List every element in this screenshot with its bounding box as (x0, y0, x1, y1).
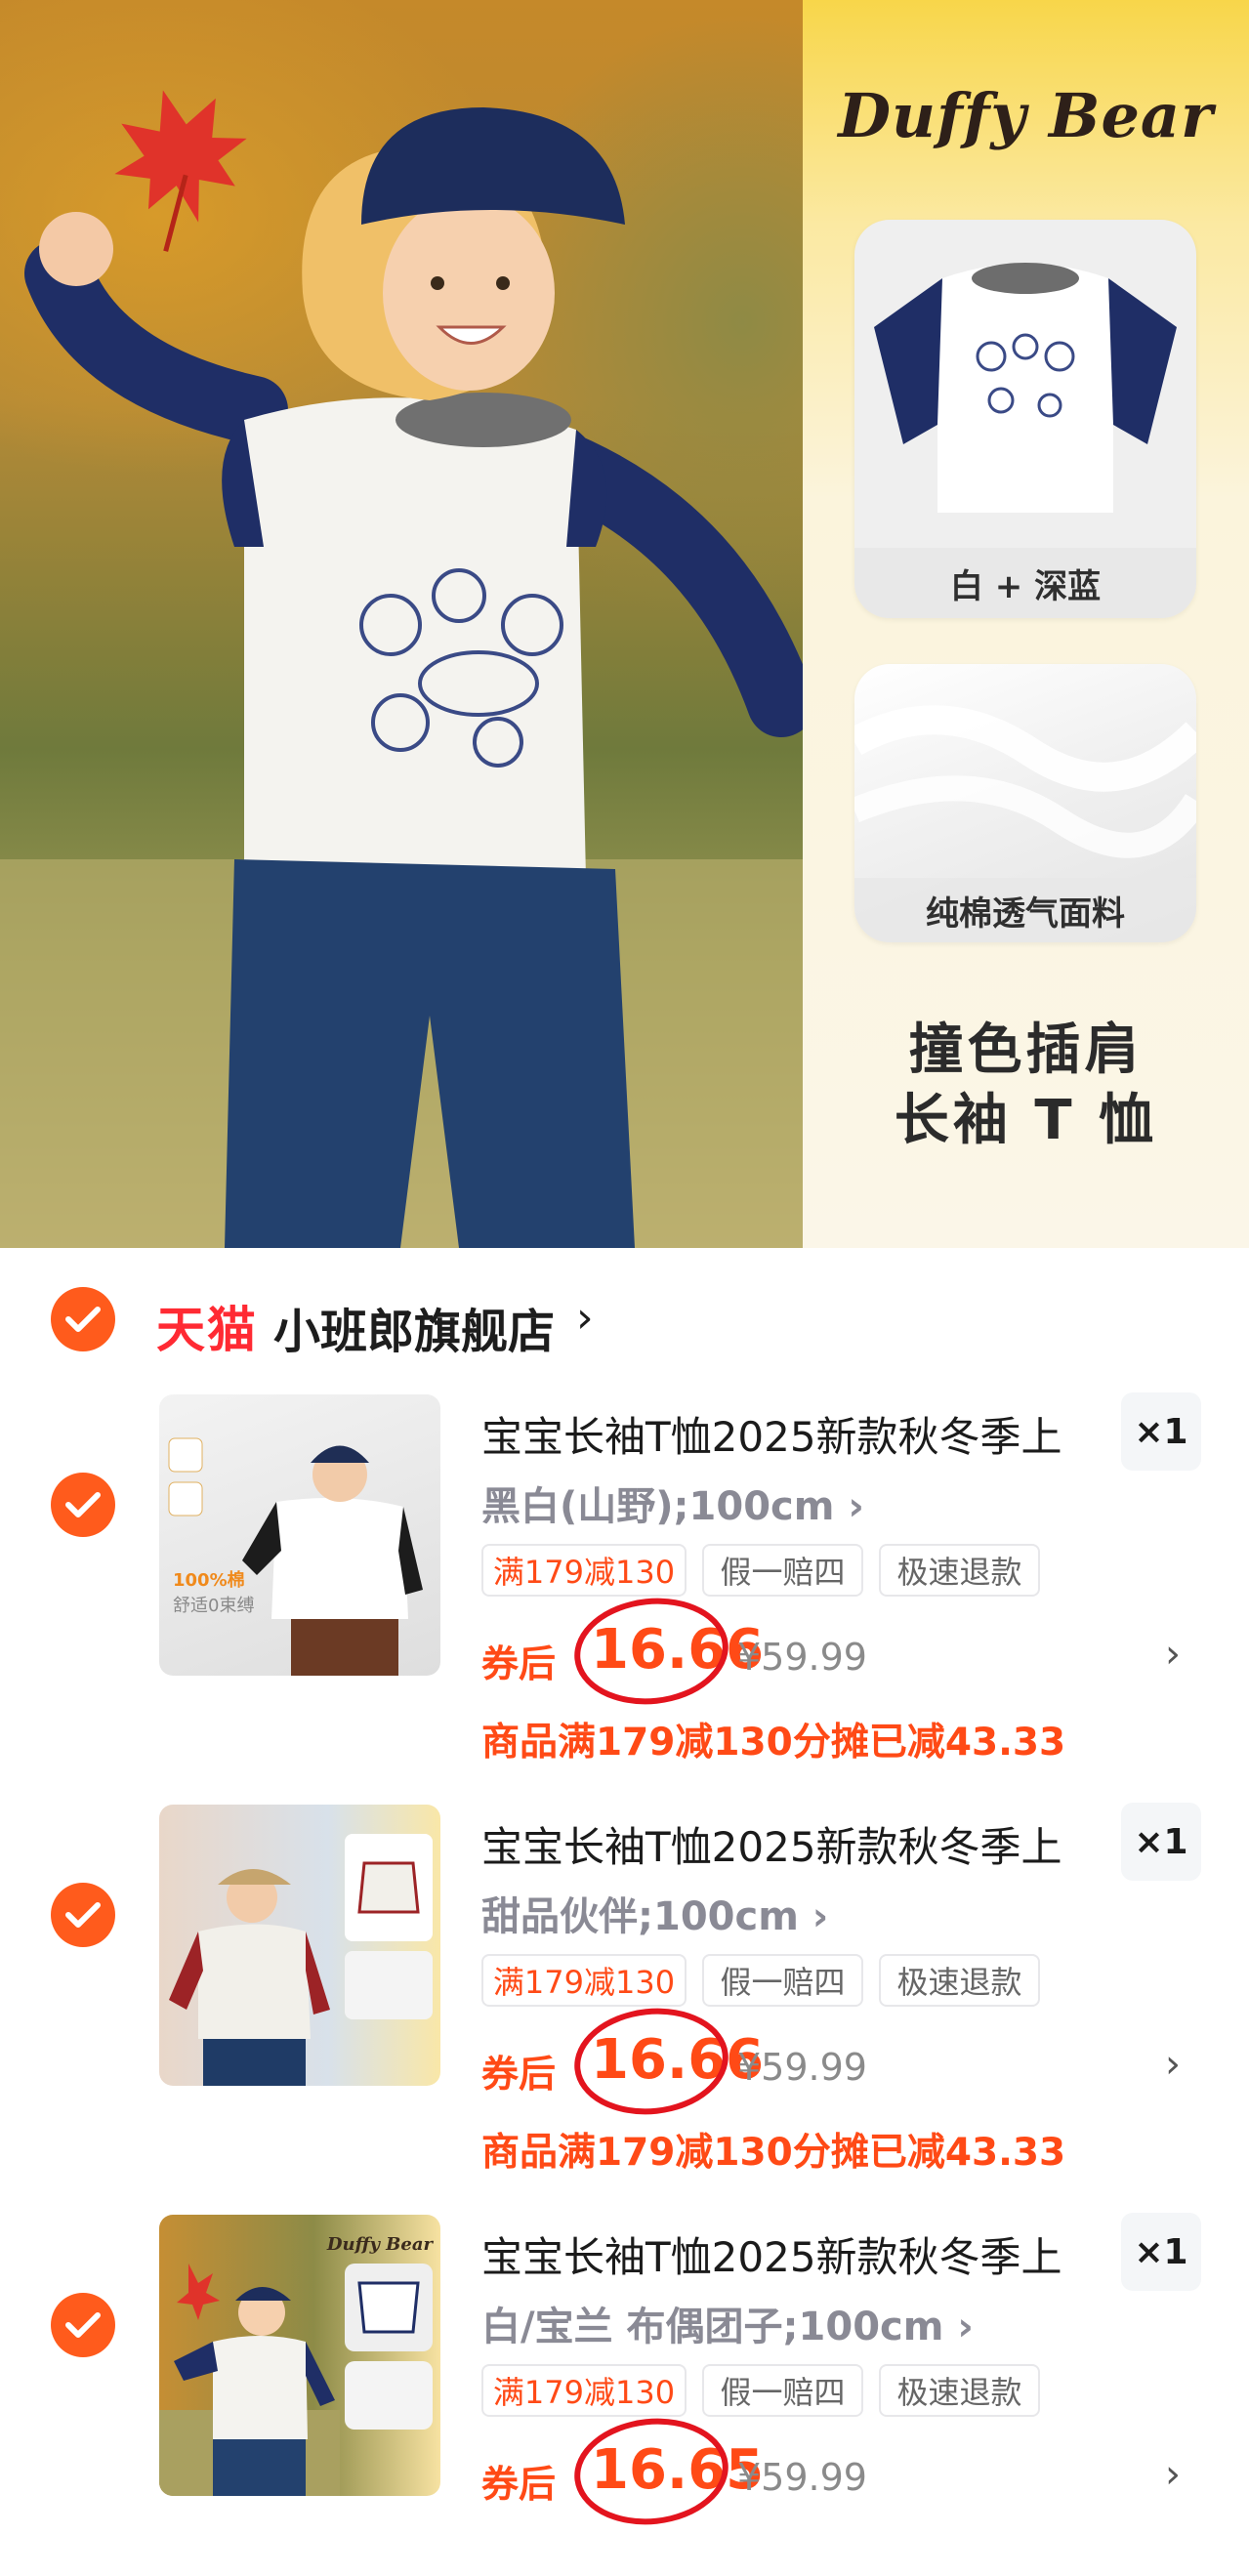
thumbnail-brand: Duffy Bear (326, 2234, 433, 2255)
feature-title-line2: 长袖 T 恤 (894, 1089, 1158, 1152)
color-swatch-card[interactable]: 白 + 深蓝 (854, 220, 1196, 618)
child-illustration (0, 90, 803, 1248)
promo-tag: 满179减130 (481, 2364, 687, 2417)
sku-selector[interactable]: 白/宝兰 布偶团子;100cm › (481, 2295, 974, 2351)
discount-note: 商品满179减130分摊已减43.33 (481, 1721, 1066, 1765)
price-row: 券后 16.66 ¥59.99 › (481, 1591, 1204, 1712)
chevron-right-icon[interactable]: › (576, 1293, 594, 1343)
maple-leaf-icon (114, 90, 247, 252)
original-price: ¥59.99 (737, 2046, 867, 2089)
price-row: 券后 16.65 ¥59.99 › (481, 2411, 1204, 2532)
item-select-checkbox[interactable] (51, 2293, 115, 2357)
cart-item[interactable]: 100%棉 舒适0束缚 宝宝长袖T恤2025新款秋冬季上 黑白(山野);100c… (0, 1365, 1249, 1765)
product-thumbnail[interactable] (159, 1805, 440, 2086)
brand-logo: Duffy Bear (838, 80, 1214, 151)
kid-product-photo (159, 2264, 433, 2496)
guarantee-tag: 假一赔四 (702, 2364, 863, 2417)
coupon-label: 券后 (481, 2053, 557, 2096)
product-thumbnail[interactable]: 100%棉 舒适0束缚 (159, 1394, 440, 1676)
original-price: ¥59.99 (737, 1636, 867, 1679)
red-circle-annotation (568, 2411, 734, 2532)
feature-title: 撞色插肩 长袖 T 恤 (803, 1016, 1249, 1156)
product-title[interactable]: 宝宝长袖T恤2025新款秋冬季上 (481, 1814, 1062, 1874)
tshirt-navy-white-icon (874, 263, 1177, 513)
chevron-right-icon[interactable]: › (1165, 2452, 1181, 2497)
coupon-label: 券后 (481, 2463, 557, 2506)
checkmark-icon (65, 1492, 101, 1517)
sku-selector[interactable]: 黑白(山野);100cm › (481, 1475, 864, 1531)
coupon-label: 券后 (481, 1642, 557, 1685)
store-select-checkbox[interactable] (51, 1287, 115, 1351)
red-circle-annotation (568, 2001, 734, 2122)
quantity-badge[interactable]: ×1 (1121, 1392, 1201, 1471)
thumbnail-caption: 100%棉 舒适0束缚 (173, 1570, 255, 1616)
quantity-badge[interactable]: ×1 (1121, 1803, 1201, 1881)
item-select-checkbox[interactable] (51, 1883, 115, 1947)
sku-selector[interactable]: 甜品伙伴;100cm › (481, 1885, 828, 1941)
discount-note: 商品满179减130分摊已减43.33 (481, 2131, 1066, 2175)
kid-product-photo (169, 1834, 433, 2086)
cart-item[interactable]: Duffy Bear 宝宝长袖T恤2025新款秋冬季上 白/宝兰 布偶团子;10… (0, 2185, 1249, 2576)
promo-tag: 满179减130 (481, 1954, 687, 2007)
store-name-link[interactable]: 小班郎旗舰店 (273, 1293, 555, 1361)
refund-tag: 极速退款 (879, 2364, 1040, 2417)
product-title[interactable]: 宝宝长袖T恤2025新款秋冬季上 (481, 1404, 1062, 1464)
checkmark-icon (65, 1307, 101, 1332)
hero-photo (0, 0, 803, 1248)
price-row: 券后 16.66 ¥59.99 › (481, 2001, 1204, 2122)
guarantee-tag: 假一赔四 (702, 1544, 863, 1597)
fabric-card[interactable]: 纯棉透气面料 (854, 664, 1196, 942)
tmall-logo: 天猫 (156, 1302, 258, 1358)
feature-title-line1: 撞色插肩 (908, 1018, 1144, 1082)
refund-tag: 极速退款 (879, 1954, 1040, 2007)
guarantee-tag: 假一赔四 (702, 1954, 863, 2007)
checkmark-icon (65, 2312, 101, 2338)
product-hero-banner[interactable]: Duffy Bear 白 + 深蓝 纯棉透气面料 撞色插肩 长袖 T 恤 (0, 0, 1249, 1248)
chevron-right-icon[interactable]: › (1165, 2042, 1181, 2087)
red-circle-annotation (568, 1591, 734, 1712)
promo-tag: 满179减130 (481, 1544, 687, 1597)
swatch-label: 白 + 深蓝 (854, 548, 1196, 618)
original-price: ¥59.99 (737, 2456, 867, 2499)
item-select-checkbox[interactable] (51, 1473, 115, 1537)
quantity-badge[interactable]: ×1 (1121, 2213, 1201, 2291)
cotton-fabric-icon (854, 705, 1196, 858)
store-header: 天猫 小班郎旗舰店 › (0, 1248, 1249, 1365)
checkmark-icon (65, 1902, 101, 1928)
product-title[interactable]: 宝宝长袖T恤2025新款秋冬季上 (481, 2224, 1062, 2284)
kid-product-photo (168, 1437, 423, 1676)
fabric-label: 纯棉透气面料 (854, 878, 1196, 942)
product-thumbnail[interactable]: Duffy Bear (159, 2215, 440, 2496)
refund-tag: 极速退款 (879, 1544, 1040, 1597)
chevron-right-icon[interactable]: › (1165, 1632, 1181, 1677)
cart-item[interactable]: 宝宝长袖T恤2025新款秋冬季上 甜品伙伴;100cm › ×1 满179减13… (0, 1775, 1249, 2175)
